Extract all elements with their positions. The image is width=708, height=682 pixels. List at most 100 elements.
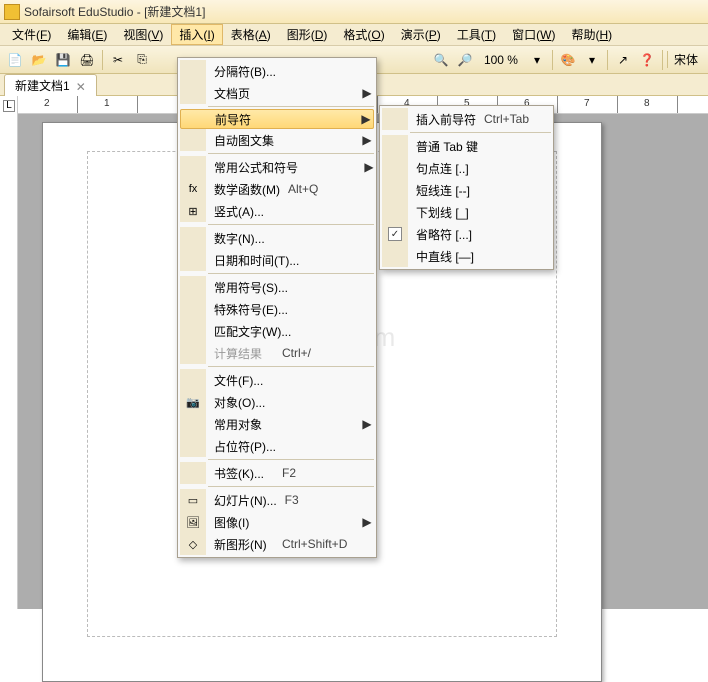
menu-label: 数学函数(M)	[206, 181, 288, 198]
menu-item[interactable]: 常用符号(S)...	[180, 276, 374, 298]
menu-item[interactable]: 插入(I)	[171, 24, 222, 45]
leader-submenu-dropdown: 插入前导符Ctrl+Tab 普通 Tab 键句点连 [..] 短线连 [--] 下划线…	[379, 105, 554, 270]
help-button[interactable]: ❓	[636, 49, 658, 71]
menu-item[interactable]: 文件(F)	[4, 24, 59, 45]
menu-shortcut: Ctrl+Tab	[484, 112, 551, 126]
menu-item[interactable]: 句点连 [..]	[382, 157, 551, 179]
menu-item[interactable]: 日期和时间(T)...	[180, 249, 374, 271]
menu-icon	[180, 413, 206, 435]
menu-label: 常用对象	[206, 416, 282, 433]
menu-item[interactable]: 书签(K)...F2	[180, 462, 374, 484]
menu-item[interactable]: 短线连 [--]	[382, 179, 551, 201]
menu-icon	[180, 369, 206, 391]
menu-separator	[208, 366, 374, 367]
menu-item[interactable]: 视图(V)	[115, 24, 171, 45]
menu-item[interactable]: 中直线 [—]	[382, 245, 551, 267]
font-name[interactable]: 宋体	[667, 51, 704, 68]
document-tab[interactable]: 新建文档1 ✕	[4, 74, 97, 96]
menu-icon	[180, 249, 206, 271]
menu-icon	[180, 298, 206, 320]
menu-shortcut: Ctrl+/	[282, 346, 360, 360]
menu-item[interactable]: 图形(D)	[279, 24, 336, 45]
menu-item[interactable]: 计算结果Ctrl+/	[180, 342, 374, 364]
menu-item[interactable]: 演示(P)	[393, 24, 449, 45]
menu-icon	[180, 227, 206, 249]
menu-item[interactable]: ▭幻灯片(N)...F3	[180, 489, 374, 511]
menu-item[interactable]: 前导符▶	[180, 109, 374, 129]
menu-item[interactable]: 🖼图像(I)▶	[180, 511, 374, 533]
toolbar-separator	[102, 50, 103, 70]
toolbar-separator	[662, 50, 663, 70]
save-button[interactable]: 💾	[52, 49, 74, 71]
menu-label: 短线连 [--]	[408, 182, 478, 199]
cut-button[interactable]: ✂	[107, 49, 129, 71]
menu-label: 中直线 [—]	[408, 248, 482, 265]
new-button[interactable]: 📄	[4, 49, 26, 71]
menu-label: 插入前导符	[408, 111, 484, 128]
menu-item[interactable]: 编辑(E)	[59, 24, 115, 45]
menu-icon	[180, 462, 206, 484]
menu-item[interactable]: 自动图文集▶	[180, 129, 374, 151]
toolbar-separator	[607, 50, 608, 70]
menu-separator	[208, 273, 374, 274]
menu-item[interactable]: 普通 Tab 键	[382, 135, 551, 157]
ruler-mark: 8	[644, 98, 650, 109]
menu-item[interactable]: 工具(T)	[449, 24, 504, 45]
menu-label: 普通 Tab 键	[408, 138, 486, 155]
print-button[interactable]: 🖨	[76, 49, 98, 71]
menu-item[interactable]: 格式(O)	[335, 24, 392, 45]
menu-separator	[208, 459, 374, 460]
menu-label: 对象(O)...	[206, 394, 282, 411]
menu-separator	[208, 486, 374, 487]
open-button[interactable]: 📂	[28, 49, 50, 71]
menu-label: 占位符(P)...	[206, 438, 284, 455]
titlebar: Sofairsoft EduStudio - [新建文档1]	[0, 0, 708, 24]
dropdown-icon[interactable]: ▾	[581, 49, 603, 71]
menu-icon: 📷	[180, 391, 206, 413]
menu-item[interactable]: 常用公式和符号▶	[180, 156, 374, 178]
menu-item[interactable]: 文件(F)...	[180, 369, 374, 391]
menu-label: 计算结果	[206, 345, 282, 362]
menu-icon	[382, 245, 408, 267]
menu-item[interactable]: 表格(A)	[223, 24, 279, 45]
zoom-button[interactable]: 🔎	[454, 49, 476, 71]
menu-item[interactable]: 插入前导符Ctrl+Tab	[382, 108, 551, 130]
menu-item[interactable]: 帮助(H)	[563, 24, 620, 45]
menu-icon	[180, 276, 206, 298]
menu-item[interactable]: fx数学函数(M)Alt+Q	[180, 178, 374, 200]
submenu-arrow-icon: ▶	[360, 133, 374, 147]
zoom-value[interactable]: 100 %	[478, 53, 524, 67]
close-icon[interactable]: ✕	[76, 80, 86, 90]
menu-item[interactable]: 占位符(P)...	[180, 435, 374, 457]
menu-icon	[180, 60, 206, 82]
menu-icon	[382, 135, 408, 157]
menu-icon: ⊞	[180, 200, 206, 222]
insert-menu-dropdown: 分隔符(B)...文档页▶前导符▶自动图文集▶常用公式和符号▶fx数学函数(M)…	[177, 57, 377, 558]
ruler-mark: 7	[584, 98, 590, 109]
menu-item[interactable]: ⊞竖式(A)...	[180, 200, 374, 222]
submenu-arrow-icon: ▶	[360, 515, 374, 529]
menu-label: 文档页	[206, 85, 282, 102]
menu-item[interactable]: 📷对象(O)...	[180, 391, 374, 413]
menu-item[interactable]: ◇新图形(N)Ctrl+Shift+D	[180, 533, 374, 555]
arrow-button[interactable]: ↗	[612, 49, 634, 71]
menu-separator	[208, 106, 374, 107]
copy-button[interactable]: ⎘	[131, 49, 153, 71]
submenu-arrow-icon: ▶	[360, 417, 374, 431]
window-title: Sofairsoft EduStudio - [新建文档1]	[24, 3, 205, 20]
color-button[interactable]: 🎨	[557, 49, 579, 71]
menu-item[interactable]: 匹配文字(W)...	[180, 320, 374, 342]
ruler-mark: 2	[44, 98, 50, 109]
menu-icon: ◇	[180, 533, 206, 555]
menu-item[interactable]: 分隔符(B)...	[180, 60, 374, 82]
menu-separator	[208, 153, 374, 154]
menu-item[interactable]: ✓省略符 [...]	[382, 223, 551, 245]
dropdown-icon[interactable]: ▾	[526, 49, 548, 71]
search-button[interactable]: 🔍	[430, 49, 452, 71]
menu-item[interactable]: 数字(N)...	[180, 227, 374, 249]
menu-item[interactable]: 常用对象 ▶	[180, 413, 374, 435]
menu-item[interactable]: 下划线 [_]	[382, 201, 551, 223]
menu-item[interactable]: 特殊符号(E)...	[180, 298, 374, 320]
menu-item[interactable]: 文档页▶	[180, 82, 374, 104]
menu-item[interactable]: 窗口(W)	[504, 24, 563, 45]
